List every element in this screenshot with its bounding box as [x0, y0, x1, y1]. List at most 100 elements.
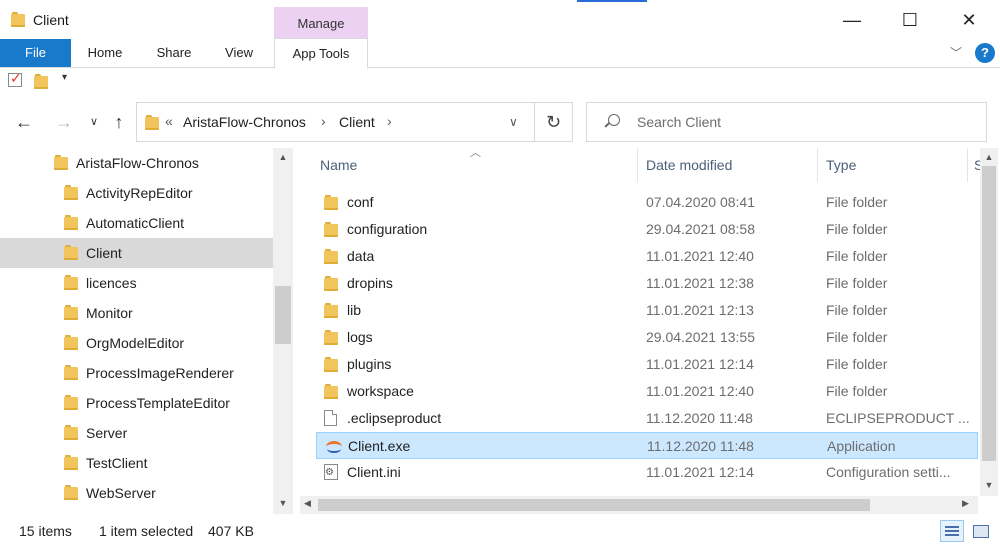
refresh-button[interactable]: ↻: [535, 102, 573, 142]
file-row[interactable]: lib 11.01.2021 12:13 File folder: [316, 297, 978, 324]
scroll-right-arrow[interactable]: ▶: [962, 498, 969, 509]
file-list-vertical-scrollbar[interactable]: ▲ ▼: [980, 148, 998, 496]
tree-item-activityrepeditor[interactable]: ActivityRepEditor: [0, 178, 273, 208]
navigation-pane-scrollbar[interactable]: ▲ ▼: [273, 148, 293, 514]
tree-item-label: ProcessImageRenderer: [86, 365, 234, 381]
close-button[interactable]: ✕: [940, 0, 998, 40]
file-date: 11.01.2021 12:40: [646, 383, 754, 399]
scroll-up-arrow[interactable]: ▲: [980, 152, 998, 162]
file-row-selected[interactable]: Client.exe 11.12.2020 11:48 Application: [316, 432, 978, 459]
tree-item-orgmodeleditor[interactable]: OrgModelEditor: [0, 328, 273, 358]
tree-item-monitor[interactable]: Monitor: [0, 298, 273, 328]
file-date: 29.04.2021 13:55: [646, 329, 755, 345]
chevron-down-icon[interactable]: ﹀: [950, 44, 962, 61]
scroll-left-arrow[interactable]: ◀: [304, 498, 311, 509]
forward-button[interactable]: →: [52, 110, 76, 134]
settings-file-icon: [324, 464, 338, 480]
file-date: 11.01.2021 12:13: [646, 302, 754, 318]
address-bar[interactable]: « AristaFlow-Chronos › Client › ∨: [136, 102, 535, 142]
file-type: File folder: [826, 221, 888, 237]
tree-item-processimagerenderer[interactable]: ProcessImageRenderer: [0, 358, 273, 388]
tree-item-webserver[interactable]: WebServer: [0, 478, 273, 508]
tree-item-licences[interactable]: licences: [0, 268, 273, 298]
tab-file[interactable]: File: [0, 39, 71, 67]
column-divider[interactable]: [817, 148, 818, 182]
folder-icon: [324, 383, 338, 400]
column-header-type[interactable]: Type: [826, 148, 856, 182]
tree-item-testclient[interactable]: TestClient: [0, 448, 273, 478]
column-header-date-modified[interactable]: Date modified: [646, 148, 732, 182]
crumb-client[interactable]: Client: [339, 114, 375, 130]
scroll-down-arrow[interactable]: ▼: [273, 498, 293, 508]
overflow-crumb[interactable]: «: [165, 113, 173, 129]
navigation-pane: AristaFlow-Chronos ActivityRepEditor Aut…: [0, 148, 295, 514]
folder-icon: [324, 302, 338, 319]
file-row[interactable]: configuration 29.04.2021 08:58 File fold…: [316, 216, 978, 243]
file-type: File folder: [826, 356, 888, 372]
folder-icon: [54, 154, 68, 171]
tree-item-label: licences: [86, 275, 137, 291]
tree-item-label: Monitor: [86, 305, 133, 321]
file-row[interactable]: plugins 11.01.2021 12:14 File folder: [316, 351, 978, 378]
file-row[interactable]: logs 29.04.2021 13:55 File folder: [316, 324, 978, 351]
search-box[interactable]: Search Client: [586, 102, 987, 142]
status-bar: 15 items 1 item selected 407 KB: [0, 514, 1000, 545]
file-name: data: [347, 248, 375, 264]
column-divider[interactable]: [967, 148, 968, 182]
file-name: lib: [347, 302, 362, 318]
up-button[interactable]: ↑: [107, 110, 131, 134]
eclipse-app-icon: [325, 438, 343, 454]
file-row[interactable]: Client.ini 11.01.2021 12:14 Configuratio…: [316, 459, 978, 486]
file-name: Client.ini: [347, 464, 401, 480]
crumb-separator[interactable]: ›: [387, 113, 392, 129]
tab-view[interactable]: View: [214, 38, 264, 68]
maximize-button[interactable]: ☐: [881, 0, 939, 40]
file-date: 11.12.2020 11:48: [646, 410, 753, 426]
file-list-horizontal-scrollbar[interactable]: ◀ ▶: [300, 496, 978, 514]
scroll-thumb[interactable]: [982, 166, 996, 461]
crumb-separator[interactable]: ›: [321, 113, 326, 129]
tree-item-automaticclient[interactable]: AutomaticClient: [0, 208, 273, 238]
file-row[interactable]: workspace 11.01.2021 12:40 File folder: [316, 378, 978, 405]
ribbon-tabs: File Home Share View App Tools ﹀ ?: [0, 38, 1000, 69]
column-divider[interactable]: [637, 148, 638, 182]
folder-icon: [64, 364, 78, 381]
tree-item-server[interactable]: Server: [0, 418, 273, 448]
folder-icon: [64, 484, 78, 501]
help-icon[interactable]: ?: [975, 43, 995, 63]
scroll-thumb[interactable]: [275, 286, 291, 344]
file-row[interactable]: data 11.01.2021 12:40 File folder: [316, 243, 978, 270]
folder-icon: [324, 221, 338, 238]
file-date: 11.01.2021 12:14: [646, 356, 754, 372]
tree-item-processtemplateeditor[interactable]: ProcessTemplateEditor: [0, 388, 273, 418]
quick-access-toolbar: ▾: [0, 69, 1000, 95]
scroll-down-arrow[interactable]: ▼: [980, 480, 998, 490]
tab-home[interactable]: Home: [76, 38, 134, 68]
file-row[interactable]: .eclipseproduct 11.12.2020 11:48 ECLIPSE…: [316, 405, 978, 432]
file-row[interactable]: dropins 11.01.2021 12:38 File folder: [316, 270, 978, 297]
new-folder-icon[interactable]: [34, 73, 48, 90]
column-header-name[interactable]: Name: [320, 148, 357, 182]
properties-icon[interactable]: [8, 70, 22, 87]
details-view-icon[interactable]: [940, 520, 964, 542]
customize-dropdown-icon[interactable]: ▾: [62, 72, 67, 83]
address-history-dropdown[interactable]: ∨: [509, 115, 518, 129]
folder-icon: [64, 184, 78, 201]
folder-icon: [145, 114, 159, 131]
large-icons-view-icon[interactable]: [968, 520, 992, 542]
scroll-thumb[interactable]: [318, 499, 870, 511]
back-button[interactable]: ←: [12, 110, 36, 134]
tree-item-client[interactable]: Client: [0, 238, 273, 268]
tab-app-tools[interactable]: App Tools: [274, 38, 368, 69]
folder-icon: [64, 304, 78, 321]
file-row[interactable]: conf 07.04.2020 08:41 File folder: [316, 189, 978, 216]
file-type: Application: [827, 438, 896, 454]
scroll-up-arrow[interactable]: ▲: [273, 152, 293, 162]
minimize-button[interactable]: —: [823, 0, 881, 40]
search-input[interactable]: Search Client: [637, 114, 721, 130]
tree-item-aristaflow-chronos[interactable]: AristaFlow-Chronos: [0, 148, 273, 178]
recent-locations-button[interactable]: ∨: [82, 110, 106, 134]
tab-share[interactable]: Share: [146, 38, 202, 68]
folder-icon: [324, 329, 338, 346]
crumb-aristaflow-chronos[interactable]: AristaFlow-Chronos: [183, 114, 306, 130]
